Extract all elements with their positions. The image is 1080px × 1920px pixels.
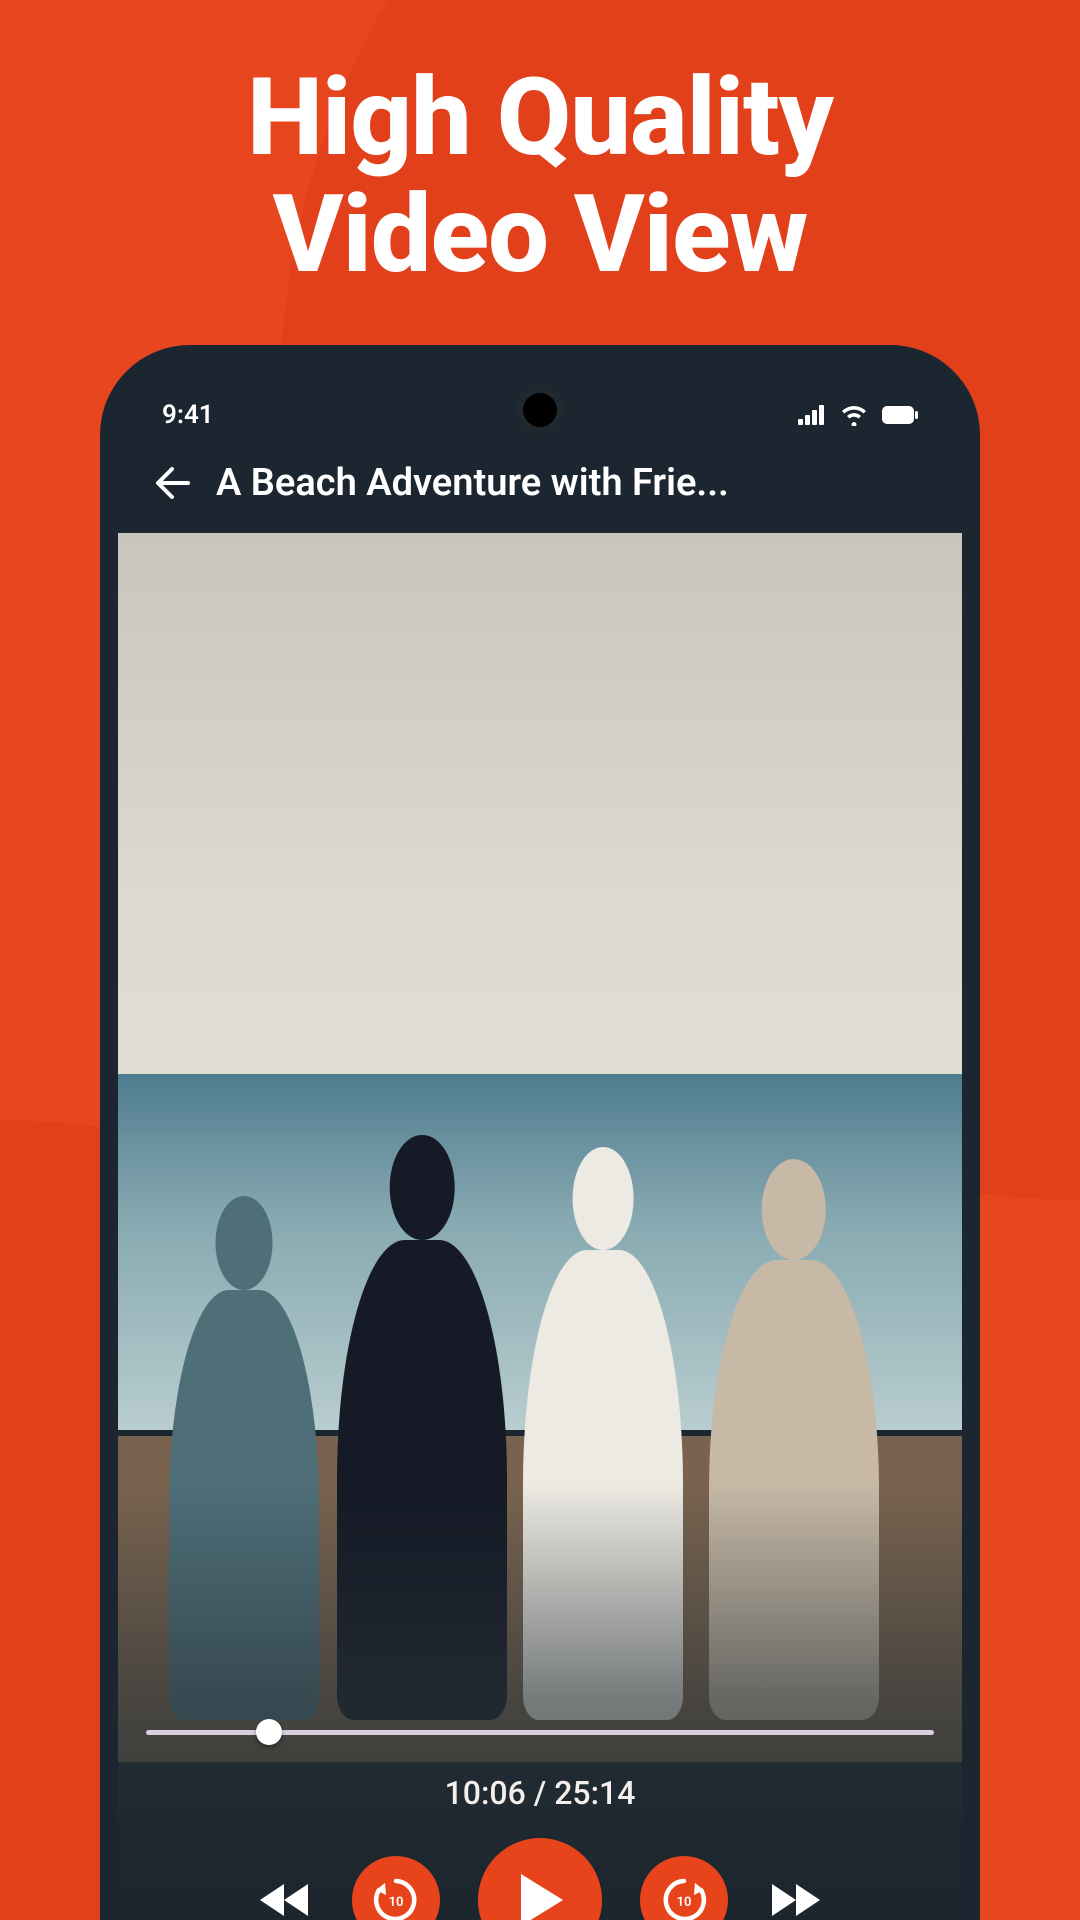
rewind-seconds-label: 10 xyxy=(389,1895,404,1910)
next-button[interactable] xyxy=(766,1878,822,1920)
video-title: A Beach Adventure with Frie... xyxy=(216,461,729,505)
player-controls: 10 10 xyxy=(118,1838,962,1920)
phone-screen: 9:41 A Beach Adven xyxy=(118,363,962,1920)
time-display: 10:06 / 25:14 xyxy=(118,1774,962,1812)
rewind-10-button[interactable]: 10 xyxy=(352,1856,440,1920)
headline-line-2: Video View xyxy=(0,177,1080,294)
play-icon xyxy=(513,1870,567,1920)
phone-frame: 9:41 A Beach Adven xyxy=(100,345,980,1920)
battery-icon xyxy=(882,406,918,424)
signal-icon xyxy=(798,405,826,425)
headline-line-1: High Quality xyxy=(0,60,1080,177)
camera-punch-hole xyxy=(523,393,557,427)
back-arrow-icon xyxy=(152,463,192,503)
previous-icon xyxy=(258,1878,314,1920)
app-bar: A Beach Adventure with Frie... xyxy=(118,437,962,533)
rewind-10-icon: 10 xyxy=(369,1873,423,1920)
progress-slider[interactable] xyxy=(146,1722,934,1742)
promo-background: High Quality Video View 9:41 xyxy=(0,0,1080,1920)
promo-headline: High Quality Video View xyxy=(0,0,1080,293)
back-button[interactable] xyxy=(152,463,192,503)
forward-10-icon: 10 xyxy=(657,1873,711,1920)
play-button[interactable] xyxy=(478,1838,602,1920)
previous-button[interactable] xyxy=(258,1878,314,1920)
forward-10-button[interactable]: 10 xyxy=(640,1856,728,1920)
wifi-icon xyxy=(840,404,868,426)
status-indicators xyxy=(798,404,918,426)
next-icon xyxy=(766,1878,822,1920)
video-viewport[interactable]: 10:06 / 25:14 10 xyxy=(118,533,962,1920)
forward-seconds-label: 10 xyxy=(677,1895,692,1910)
status-time: 9:41 xyxy=(162,400,214,430)
slider-thumb[interactable] xyxy=(256,1719,282,1745)
